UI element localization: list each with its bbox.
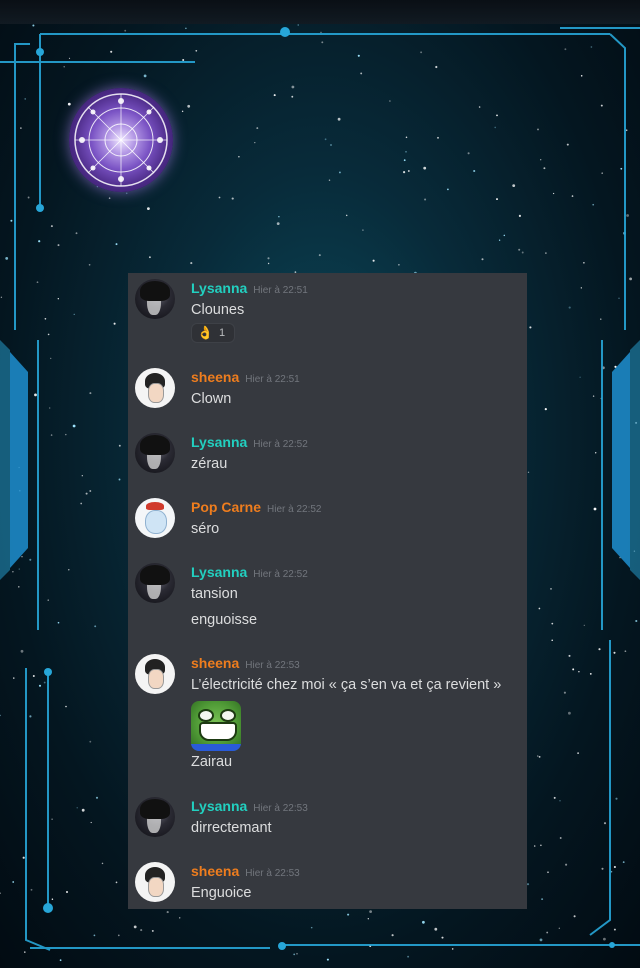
avatar[interactable] bbox=[135, 498, 175, 538]
chat-panel: Lysanna Hier à 22:51 Clounes 👌 1 sheena Hi… bbox=[128, 273, 527, 909]
avatar[interactable] bbox=[135, 862, 175, 902]
ok-hand-emoji: 👌 bbox=[197, 325, 214, 340]
message-text: zérau bbox=[191, 456, 228, 472]
pepe-sticker[interactable] bbox=[191, 701, 241, 751]
message-text: Zairau bbox=[191, 754, 233, 770]
avatar[interactable] bbox=[135, 563, 175, 603]
author-name[interactable]: Lysanna bbox=[191, 280, 247, 296]
message-text: tansion bbox=[191, 586, 238, 602]
timestamp: Hier à 22:53 bbox=[245, 868, 300, 879]
author-name[interactable]: Pop Carne bbox=[191, 499, 261, 515]
author-name[interactable]: sheena bbox=[191, 369, 239, 385]
message-text: L’électricité chez moi « ça s’en va et ç… bbox=[191, 677, 502, 693]
message-text: Enguoice bbox=[191, 885, 252, 901]
author-name[interactable]: Lysanna bbox=[191, 434, 247, 450]
avatar[interactable] bbox=[135, 279, 175, 319]
author-name[interactable]: sheena bbox=[191, 863, 239, 879]
timestamp: Hier à 22:52 bbox=[253, 439, 308, 450]
avatar[interactable] bbox=[135, 368, 175, 408]
timestamp: Hier à 22:53 bbox=[245, 660, 300, 671]
zodiac-wheel-icon bbox=[69, 88, 173, 192]
author-name[interactable]: Lysanna bbox=[191, 564, 247, 580]
author-name[interactable]: Lysanna bbox=[191, 798, 247, 814]
timestamp: Hier à 22:51 bbox=[253, 285, 308, 296]
timestamp: Hier à 22:52 bbox=[267, 504, 322, 515]
avatar[interactable] bbox=[135, 654, 175, 694]
reaction-pill[interactable]: 👌 1 bbox=[191, 323, 235, 343]
timestamp: Hier à 22:52 bbox=[253, 569, 308, 580]
message-text: séro bbox=[191, 521, 220, 537]
message-text: enguoisse bbox=[191, 612, 258, 628]
message-text: Clown bbox=[191, 391, 232, 407]
timestamp: Hier à 22:53 bbox=[253, 803, 308, 814]
avatar[interactable] bbox=[135, 433, 175, 473]
avatar[interactable] bbox=[135, 797, 175, 837]
reaction-count: 1 bbox=[219, 327, 226, 339]
timestamp: Hier à 22:51 bbox=[245, 374, 300, 385]
message-text: dirrectemant bbox=[191, 820, 272, 836]
message-text: Clounes bbox=[191, 302, 245, 318]
author-name[interactable]: sheena bbox=[191, 655, 239, 671]
